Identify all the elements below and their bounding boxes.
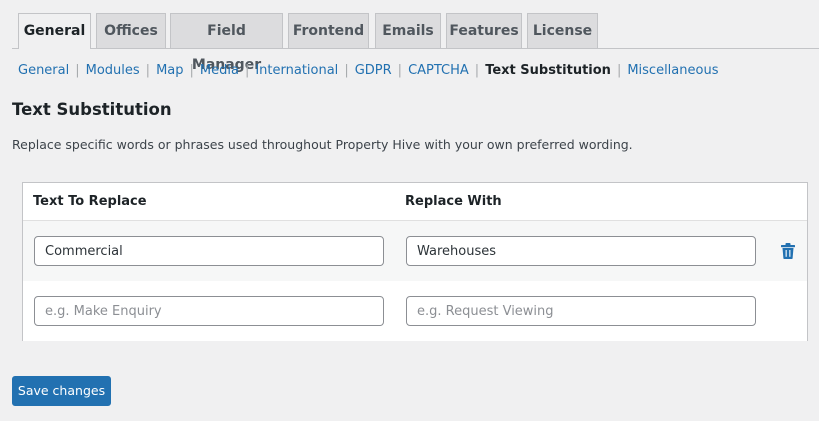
- subnav-gdpr[interactable]: GDPR: [355, 63, 392, 78]
- subnav-separator: |: [397, 63, 403, 78]
- tab-emails[interactable]: Emails: [375, 13, 441, 48]
- table-row: [23, 221, 807, 281]
- substitution-table: Text To Replace Replace With: [22, 182, 808, 341]
- subnav-separator: |: [616, 63, 622, 78]
- tab-license[interactable]: License: [527, 13, 598, 48]
- subnav-separator: |: [145, 63, 151, 78]
- column-header-text-to-replace: Text To Replace: [33, 194, 147, 209]
- new-text-to-replace-input[interactable]: [34, 296, 384, 326]
- section-description: Replace specific words or phrases used t…: [12, 137, 633, 152]
- subnav-captcha[interactable]: CAPTCHA: [408, 63, 469, 78]
- sub-navigation: General | Modules | Map | Media | International |…: [18, 62, 718, 80]
- subnav-map[interactable]: Map: [156, 63, 183, 78]
- subnav-separator: |: [344, 63, 349, 78]
- text-to-replace-input[interactable]: [34, 236, 384, 266]
- table-row-new: [23, 281, 807, 341]
- save-changes-button[interactable]: Save changes: [12, 376, 111, 406]
- subnav-modules[interactable]: Modules: [86, 63, 140, 78]
- column-header-replace-with: Replace With: [405, 194, 502, 209]
- tab-features[interactable]: Features: [446, 13, 522, 48]
- subnav-miscellaneous[interactable]: Miscellaneous: [627, 63, 718, 78]
- page-title: Text Substitution: [12, 100, 172, 119]
- table-header: Text To Replace Replace With: [23, 183, 807, 221]
- subnav-separator: |: [244, 63, 250, 78]
- subnav-text-substitution: Text Substitution: [485, 63, 611, 78]
- tab-offices[interactable]: Offices: [96, 13, 166, 48]
- subnav-separator: |: [75, 63, 80, 78]
- subnav-media[interactable]: Media: [200, 63, 239, 78]
- subnav-general[interactable]: General: [18, 63, 69, 78]
- replace-with-input[interactable]: [406, 236, 756, 266]
- new-replace-with-input[interactable]: [406, 296, 756, 326]
- subnav-separator: |: [474, 63, 480, 78]
- trash-icon[interactable]: [781, 243, 795, 259]
- tab-general[interactable]: General: [18, 13, 91, 49]
- tab-frontend[interactable]: Frontend: [288, 13, 369, 48]
- tab-field-manager[interactable]: Field Manager: [170, 13, 283, 73]
- settings-tabs: General Offices Field Manager Frontend E…: [12, 12, 819, 73]
- subnav-separator: |: [189, 63, 194, 78]
- subnav-international[interactable]: International: [255, 63, 338, 78]
